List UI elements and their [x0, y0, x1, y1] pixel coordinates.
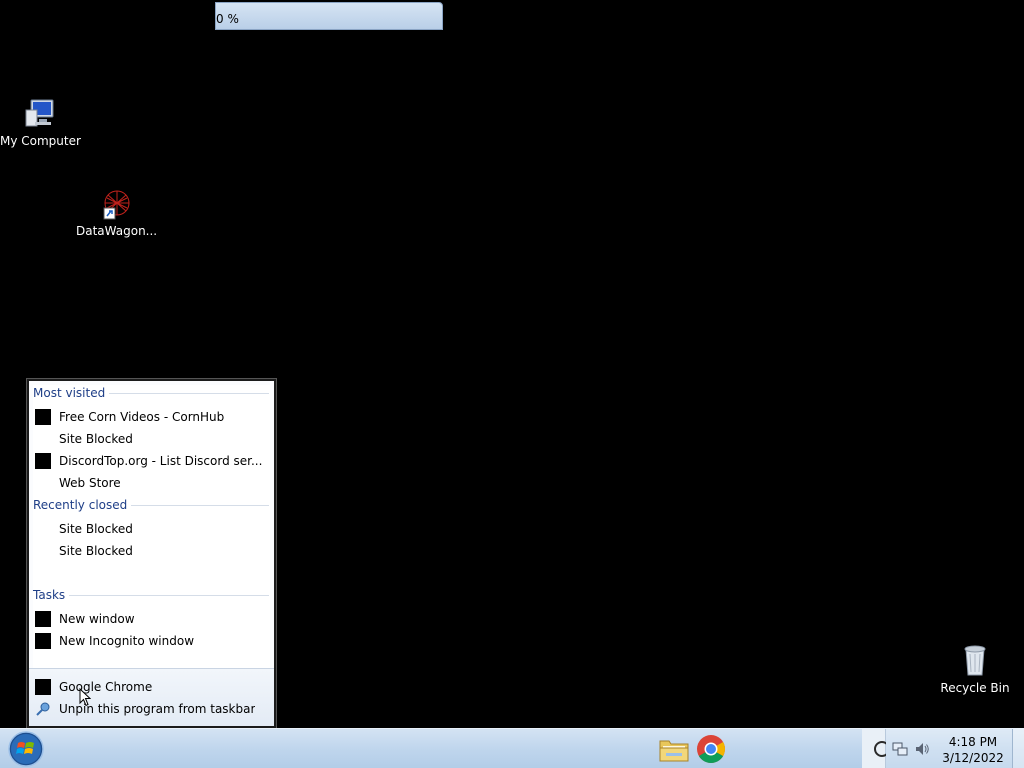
- folder-icon: [659, 740, 689, 762]
- desktop-icon-label: Recycle Bin: [940, 681, 1010, 695]
- item-label: Web Store: [59, 476, 121, 490]
- clock[interactable]: 4:18 PM 3/12/2022: [940, 734, 1006, 766]
- item-label: Site Blocked: [59, 432, 133, 446]
- jump-list-item-open-chrome[interactable]: Google Chrome: [35, 676, 271, 698]
- section-header-recently-closed: Recently closed: [33, 498, 269, 512]
- progress-bar: 0 %: [215, 2, 443, 30]
- blank-icon: [35, 431, 51, 447]
- datawagon-shortcut-icon: [103, 190, 130, 220]
- progress-text: 0 %: [216, 12, 239, 26]
- blank-icon: [35, 521, 51, 537]
- jump-list-item[interactable]: Free Corn Videos - CornHub: [35, 406, 271, 428]
- jump-list-item[interactable]: Web Store: [35, 472, 271, 494]
- item-label: New window: [59, 612, 135, 626]
- blank-icon: [35, 543, 51, 559]
- jump-list-item[interactable]: Site Blocked: [35, 540, 271, 562]
- show-desktop-button[interactable]: [1012, 729, 1024, 768]
- jump-list-item-unpin[interactable]: Unpin this program from taskbar: [35, 698, 271, 720]
- section-header-most-visited: Most visited: [33, 386, 269, 400]
- clock-date: 3/12/2022: [942, 751, 1004, 765]
- favicon-icon: [35, 453, 51, 469]
- item-label: DiscordTop.org - List Discord ser...: [59, 454, 263, 468]
- mouse-cursor-icon: [79, 688, 91, 707]
- clock-time: 4:18 PM: [948, 735, 998, 749]
- item-label: New Incognito window: [59, 634, 195, 648]
- desktop-icon-label: DataWagon...: [76, 224, 158, 238]
- jump-list-item-new-incognito-window[interactable]: New Incognito window: [35, 630, 271, 652]
- jump-list-item[interactable]: Site Blocked: [35, 518, 271, 540]
- recycle-bin-icon: [964, 645, 986, 676]
- jump-list-item-new-window[interactable]: New window: [35, 608, 271, 630]
- taskbar-app-chrome[interactable]: [694, 732, 728, 766]
- jump-list-item[interactable]: DiscordTop.org - List Discord ser...: [35, 450, 271, 472]
- chevron-up-icon: [874, 741, 890, 757]
- new-window-icon: [35, 611, 51, 627]
- jump-list-item[interactable]: Site Blocked: [35, 428, 271, 450]
- favicon-icon: [35, 409, 51, 425]
- volume-icon[interactable]: [914, 741, 930, 757]
- item-label: Free Corn Videos - CornHub: [59, 410, 225, 424]
- section-title: Most visited: [33, 386, 106, 400]
- blank-icon: [35, 475, 51, 491]
- desktop-icon-label: My Computer: [0, 134, 81, 148]
- item-label: Google Chrome: [59, 680, 153, 694]
- system-tray: 4:18 PM 3/12/2022: [862, 729, 1024, 768]
- desktop-icon-datawagon[interactable]: DataWagon...: [76, 188, 158, 238]
- incognito-icon: [35, 633, 51, 649]
- show-hidden-icons-button[interactable]: [862, 729, 890, 768]
- item-label: Site Blocked: [59, 544, 133, 558]
- pin-icon: [36, 702, 50, 716]
- section-title: Recently closed: [33, 498, 128, 512]
- section-title: Tasks: [33, 588, 66, 602]
- start-button[interactable]: [6, 730, 46, 768]
- network-icon[interactable]: [892, 741, 908, 757]
- desktop-icon-my-computer[interactable]: My Computer: [0, 98, 81, 148]
- taskbar: 4:18 PM 3/12/2022: [0, 728, 1024, 768]
- chrome-icon: [35, 679, 51, 695]
- desktop-icon-recycle-bin[interactable]: Recycle Bin: [935, 643, 1015, 695]
- windows-orb-icon: [8, 731, 44, 767]
- my-computer-icon: [25, 99, 54, 127]
- section-header-tasks: Tasks: [33, 588, 269, 602]
- chrome-icon: [697, 735, 725, 763]
- item-label: Site Blocked: [59, 522, 133, 536]
- taskbar-app-explorer[interactable]: [657, 732, 691, 766]
- chrome-jump-list: Most visited Free Corn Videos - CornHub …: [27, 379, 276, 728]
